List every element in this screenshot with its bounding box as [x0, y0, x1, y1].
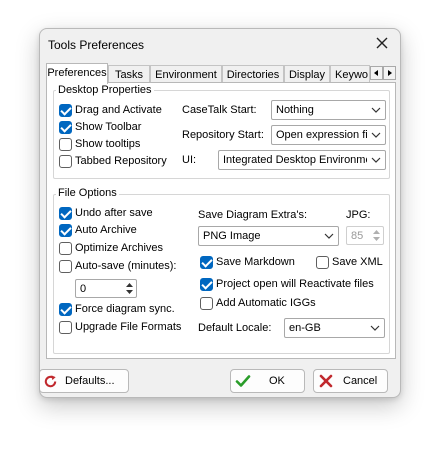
add-automatic-iggs-label: Add Automatic IGGs: [216, 297, 316, 309]
project-open-reactivate-label: Project open will Reactivate files: [216, 278, 374, 290]
casetalk-start-label: CaseTalk Start:: [182, 104, 257, 116]
jpg-quality-spinner[interactable]: 85: [346, 226, 384, 245]
tabbed-repository-checkbox[interactable]: [59, 155, 72, 168]
save-diagram-extras-value: PNG Image: [203, 230, 261, 242]
auto-save-minutes-value: 0: [80, 283, 87, 295]
tab-environment[interactable]: Environment: [150, 65, 222, 83]
show-tooltips-label: Show tooltips: [75, 138, 141, 150]
auto-save-label: Auto-save (minutes):: [75, 260, 177, 272]
ok-label: OK: [269, 375, 285, 387]
tools-preferences-dialog: Tools Preferences Preferences Tasks Envi…: [39, 28, 401, 398]
repository-start-value: Open expression fil: [276, 129, 367, 141]
tab-preferences[interactable]: Preferences: [46, 63, 108, 84]
preferences-page: Desktop Properties Drag and Activate Sho…: [46, 82, 396, 359]
save-diagram-extras-select[interactable]: PNG Image: [198, 226, 339, 246]
file-options-label: File Options: [56, 187, 119, 199]
auto-save-minutes-spinner[interactable]: 0: [75, 279, 137, 298]
defaults-label: Defaults...: [65, 375, 115, 387]
chevron-down-icon: [370, 325, 380, 331]
cancel-button[interactable]: Cancel: [313, 369, 388, 393]
close-button[interactable]: [372, 33, 392, 53]
repository-start-label: Repository Start:: [182, 129, 264, 141]
add-automatic-iggs-checkbox[interactable]: [200, 297, 213, 310]
ui-select[interactable]: Integrated Desktop Environme: [218, 150, 386, 170]
upgrade-file-formats-label: Upgrade File Formats: [75, 321, 182, 333]
ok-button[interactable]: OK: [230, 369, 305, 393]
desktop-properties-label: Desktop Properties: [56, 84, 154, 96]
casetalk-start-value: Nothing: [276, 104, 314, 116]
drag-activate-checkbox[interactable]: [59, 104, 72, 117]
optimize-archives-checkbox[interactable]: [59, 242, 72, 255]
force-diagram-sync-checkbox[interactable]: [59, 303, 72, 316]
chevron-right-icon: [388, 70, 392, 76]
tab-scroll-left-button[interactable]: [370, 66, 383, 80]
upgrade-file-formats-checkbox[interactable]: [59, 321, 72, 334]
cancel-label: Cancel: [343, 375, 378, 387]
project-open-reactivate-checkbox[interactable]: [200, 278, 213, 291]
optimize-archives-label: Optimize Archives: [75, 242, 164, 254]
default-locale-value: en-GB: [289, 322, 321, 334]
default-locale-label: Default Locale:: [198, 322, 272, 334]
default-locale-select[interactable]: en-GB: [284, 318, 385, 338]
tab-scroll-arrows: [370, 66, 397, 81]
tab-tasks[interactable]: Tasks: [108, 65, 150, 83]
casetalk-start-select[interactable]: Nothing: [271, 100, 386, 120]
auto-archive-checkbox[interactable]: [59, 224, 72, 237]
dialog-title: Tools Preferences: [48, 38, 145, 52]
tab-keywords[interactable]: Keywo: [330, 65, 370, 83]
chevron-left-icon: [374, 70, 378, 76]
undo-after-save-label: Undo after save: [75, 207, 153, 219]
repository-start-select[interactable]: Open expression fil: [271, 125, 386, 145]
save-markdown-label: Save Markdown: [216, 256, 295, 268]
auto-save-checkbox[interactable]: [59, 260, 72, 273]
chevron-down-icon: [371, 157, 381, 163]
tab-display[interactable]: Display: [284, 65, 330, 83]
save-markdown-checkbox[interactable]: [200, 256, 213, 269]
jpg-quality-value: 85: [351, 230, 364, 242]
checkmark-icon: [235, 375, 251, 387]
defaults-button[interactable]: Defaults...: [40, 369, 129, 393]
close-icon: [376, 37, 388, 49]
force-diagram-sync-label: Force diagram sync.: [75, 303, 175, 315]
jpg-label: JPG:: [346, 209, 371, 221]
save-xml-checkbox[interactable]: [316, 256, 329, 269]
tab-scroll-right-button[interactable]: [383, 66, 396, 80]
spinner-arrows-icon: [126, 283, 133, 294]
ui-label: UI:: [182, 154, 197, 166]
save-diagram-extras-label: Save Diagram Extra's:: [198, 209, 308, 221]
save-xml-label: Save XML: [332, 256, 383, 268]
auto-archive-label: Auto Archive: [75, 224, 137, 236]
reset-icon: [44, 375, 57, 388]
ui-value: Integrated Desktop Environme: [223, 154, 367, 166]
show-tooltips-checkbox[interactable]: [59, 138, 72, 151]
chevron-down-icon: [371, 132, 381, 138]
cancel-x-icon: [319, 374, 333, 388]
tab-directories[interactable]: Directories: [222, 65, 284, 83]
show-toolbar-checkbox[interactable]: [59, 121, 72, 134]
show-toolbar-label: Show Toolbar: [75, 121, 142, 133]
chevron-down-icon: [371, 107, 381, 113]
chevron-down-icon: [324, 233, 334, 239]
undo-after-save-checkbox[interactable]: [59, 207, 72, 220]
tab-strip: Preferences Tasks Environment Directorie…: [46, 63, 397, 84]
drag-activate-label: Drag and Activate: [75, 104, 162, 116]
tabbed-repository-label: Tabbed Repository: [75, 155, 167, 167]
spinner-arrows-icon: [373, 230, 380, 241]
